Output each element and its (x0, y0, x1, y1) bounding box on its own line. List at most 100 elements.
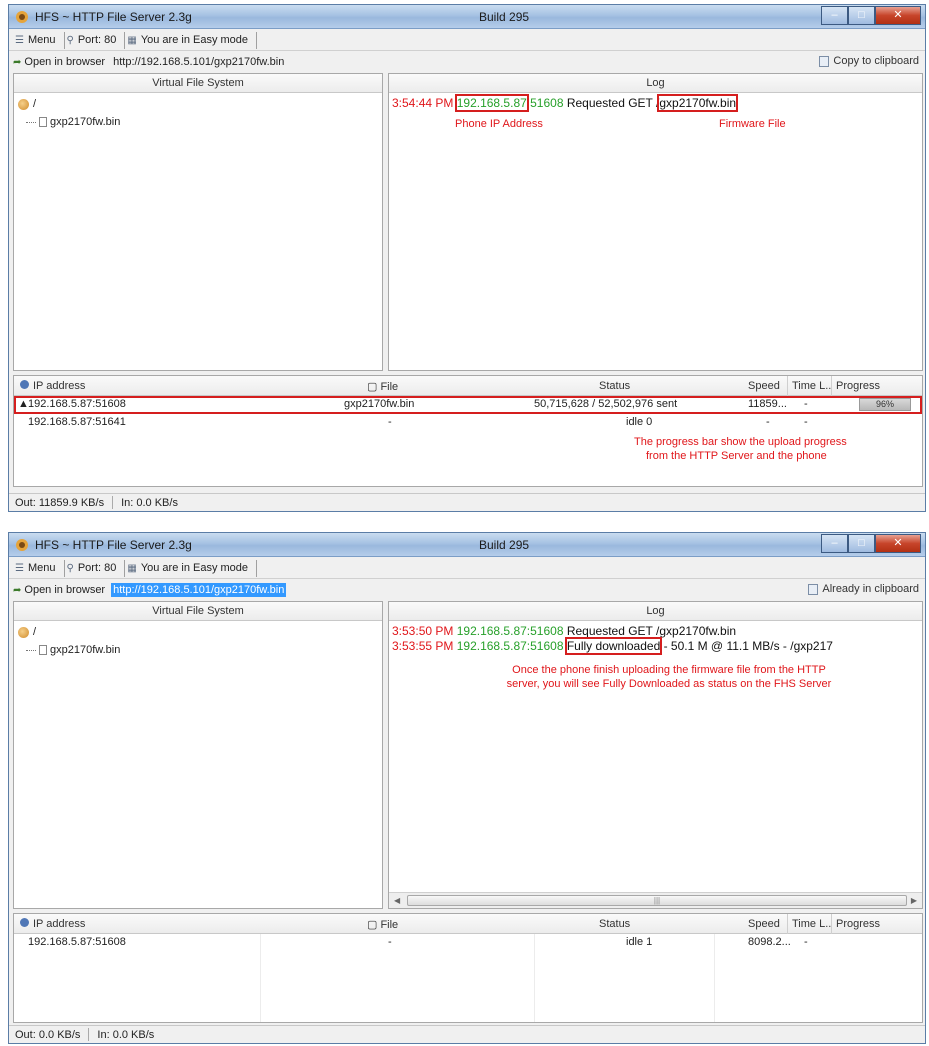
col-file[interactable]: ▢ File (367, 918, 398, 931)
hfs-window-upload: HFS ~ HTTP File Server 2.3g Build 295 – … (8, 4, 926, 512)
hfs-app-icon (16, 11, 28, 23)
mode-icon: ▦ (127, 34, 137, 46)
vfs-header: Virtual File System (14, 602, 382, 621)
log-header: Log (389, 602, 922, 621)
vfs-file-node[interactable]: gxp2170fw.bin (26, 644, 120, 656)
col-ip[interactable]: IP address (20, 918, 85, 930)
window-controls: – □ ✕ (821, 6, 921, 25)
port-icon: ⚲ (66, 34, 74, 46)
annotation-phone-ip: Phone IP Address (455, 118, 543, 130)
scroll-left-icon[interactable]: ◀ (394, 896, 400, 905)
connections-list: IP address ▢ File Status Speed Time L.. … (13, 375, 923, 487)
log-file: gxp2170fw.bin (657, 94, 739, 112)
minimize-button[interactable]: – (821, 6, 848, 25)
connections-list: IP address ▢ File Status Speed Time L.. … (13, 913, 923, 1023)
log-header: Log (389, 74, 922, 93)
copy-clipboard-button[interactable]: Copy to clipboard (819, 55, 919, 67)
connection-row[interactable]: ▲ 192.168.5.87:51608 gxp2170fw.bin 50,71… (14, 396, 922, 414)
menu-icon: ☰ (15, 562, 24, 574)
col-status[interactable]: Status (599, 380, 630, 392)
hfs-window-done: HFS ~ HTTP File Server 2.3g Build 295 – … (8, 532, 926, 1044)
menu-icon: ☰ (15, 34, 24, 46)
minimize-button[interactable]: – (821, 534, 848, 553)
close-button[interactable]: ✕ (875, 534, 921, 553)
port-button[interactable]: ⚲ Port: 80 (65, 31, 126, 49)
log-ip: 192.168.5.87 (454, 94, 529, 112)
in-speed: In: 0.0 KB/s (121, 496, 178, 509)
log-line: 3:53:55 PM 192.168.5.87:51608 Fully down… (392, 637, 833, 655)
virtual-file-system-panel: Virtual File System / gxp2170fw.bin (13, 601, 383, 909)
clipboard-icon (808, 583, 819, 595)
url-field[interactable]: http://192.168.5.101/gxp2170fw.bin (111, 55, 286, 69)
log-panel: Log 3:54:44 PM 192.168.5.87:51608 Reques… (388, 73, 923, 371)
mode-button[interactable]: ▦ You are in Easy mode (125, 31, 258, 49)
build-label: Build 295 (479, 10, 530, 24)
vfs-header: Virtual File System (14, 74, 382, 93)
vfs-root-node[interactable]: / (18, 626, 36, 638)
home-folder-icon (18, 626, 29, 638)
log-line: 3:53:50 PM 192.168.5.87:51608 Requested … (392, 624, 737, 638)
url-bar: ➦ Open in browser http://192.168.5.101/g… (9, 52, 925, 72)
menu-button[interactable]: ☰ Menu (13, 559, 65, 577)
file-icon (39, 117, 47, 127)
annotation-progress-line2: from the HTTP Server and the phone (646, 450, 827, 462)
vfs-file-node[interactable]: gxp2170fw.bin (26, 116, 120, 128)
col-time-left[interactable]: Time L.. (792, 380, 831, 392)
url-bar: ➦ Open in browser http://192.168.5.101/g… (9, 580, 925, 600)
maximize-button[interactable]: □ (848, 6, 875, 25)
annotation-progress-line1: The progress bar show the upload progres… (634, 436, 847, 448)
build-label: Build 295 (479, 538, 530, 552)
col-time-left[interactable]: Time L.. (792, 918, 831, 930)
network-icon (20, 918, 29, 927)
port-button[interactable]: ⚲ Port: 80 (65, 559, 126, 577)
open-browser-icon: ➦ (13, 56, 22, 68)
virtual-file-system-panel: Virtual File System / gxp2170fw.bin (13, 73, 383, 371)
out-speed: Out: 11859.9 KB/s (15, 496, 105, 509)
toolbar: ☰ Menu ⚲ Port: 80 ▦ You are in Easy mode (9, 558, 925, 579)
close-button[interactable]: ✕ (875, 6, 921, 25)
log-status-boxed: Fully downloaded (564, 637, 663, 655)
url-field[interactable]: http://192.168.5.101/gxp2170fw.bin (111, 583, 287, 597)
progress-bar: 96% (859, 398, 911, 411)
log-horizontal-scrollbar[interactable]: ◀ ||| ▶ (389, 892, 922, 908)
open-in-browser-link[interactable]: Open in browser (24, 56, 105, 68)
window-controls: – □ ✕ (821, 534, 921, 553)
connections-header: IP address ▢ File Status Speed Time L.. … (14, 914, 922, 934)
status-bar: Out: 0.0 KB/s In: 0.0 KB/s (9, 1025, 925, 1043)
window-title: HFS ~ HTTP File Server 2.3g (35, 10, 192, 24)
in-speed: In: 0.0 KB/s (97, 1028, 155, 1041)
col-speed[interactable]: Speed (748, 380, 780, 392)
out-speed: Out: 0.0 KB/s (15, 1028, 81, 1041)
annotation-done-line1: Once the phone finish uploading the firm… (512, 664, 826, 676)
home-folder-icon (18, 98, 29, 110)
open-in-browser-link[interactable]: Open in browser (24, 584, 105, 596)
col-status[interactable]: Status (599, 918, 630, 930)
hfs-app-icon (16, 539, 28, 551)
connection-row[interactable]: 192.168.5.87:51641 - idle 0 - - (14, 414, 922, 432)
title-bar[interactable]: HFS ~ HTTP File Server 2.3g Build 295 – … (9, 5, 925, 29)
mode-icon: ▦ (127, 562, 137, 574)
log-panel: Log 3:53:50 PM 192.168.5.87:51608 Reques… (388, 601, 923, 909)
connection-row[interactable]: 192.168.5.87:51608 - idle 1 8098.2... - (14, 934, 922, 952)
col-speed[interactable]: Speed (748, 918, 780, 930)
mode-button[interactable]: ▦ You are in Easy mode (125, 559, 258, 577)
col-file[interactable]: ▢ File (367, 380, 398, 393)
col-progress[interactable]: Progress (836, 918, 880, 930)
col-progress[interactable]: Progress (836, 380, 880, 392)
vfs-root-node[interactable]: / (18, 98, 36, 110)
clipboard-status[interactable]: Already in clipboard (808, 583, 919, 595)
maximize-button[interactable]: □ (848, 534, 875, 553)
file-col-icon: ▢ (367, 381, 381, 393)
toolbar: ☰ Menu ⚲ Port: 80 ▦ You are in Easy mode (9, 30, 925, 51)
network-icon (20, 380, 29, 389)
title-bar[interactable]: HFS ~ HTTP File Server 2.3g Build 295 – … (9, 533, 925, 557)
annotation-firmware-file: Firmware File (719, 118, 786, 130)
menu-button[interactable]: ☰ Menu (13, 31, 65, 49)
file-col-icon: ▢ (367, 919, 381, 931)
col-ip[interactable]: IP address (20, 380, 85, 392)
scroll-right-icon[interactable]: ▶ (911, 896, 917, 905)
log-line: 3:54:44 PM 192.168.5.87:51608 Requested … (392, 94, 739, 112)
status-bar: Out: 11859.9 KB/s In: 0.0 KB/s (9, 493, 925, 511)
scroll-thumb[interactable]: ||| (407, 895, 907, 906)
window-title: HFS ~ HTTP File Server 2.3g (35, 538, 192, 552)
